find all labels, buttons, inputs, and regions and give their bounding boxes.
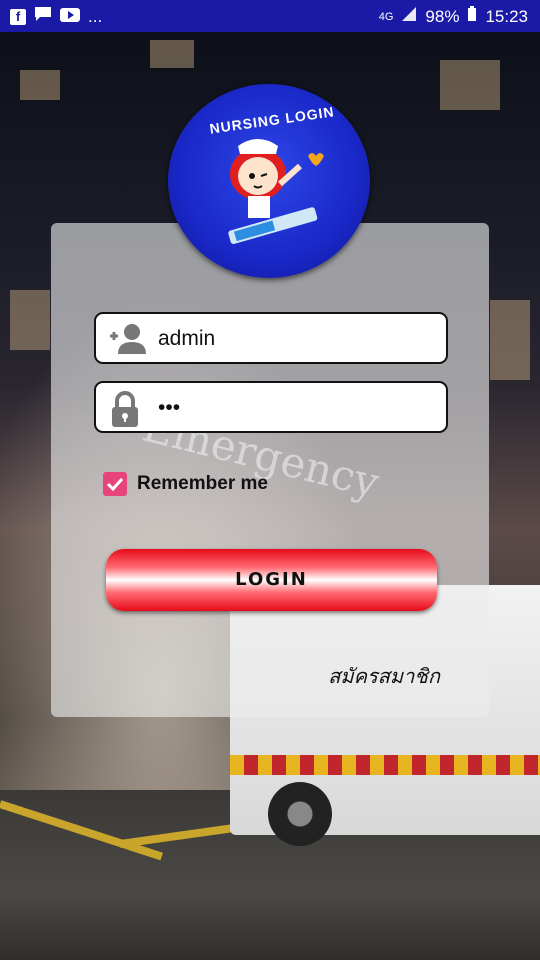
register-link[interactable]: สมัครสมาชิก: [328, 660, 440, 692]
checkmark-icon: [106, 477, 124, 492]
signal-icon: [401, 6, 417, 27]
facebook-icon: f: [10, 8, 26, 25]
app-logo: NURSING LOGIN: [168, 84, 370, 278]
message-icon: [34, 6, 52, 27]
password-value: •••: [158, 396, 181, 419]
login-button[interactable]: LOGIN: [106, 549, 437, 611]
status-bar: f ... 4G 98% 15:23: [0, 0, 540, 32]
remember-checkbox[interactable]: [103, 472, 127, 496]
remember-me[interactable]: Remember me: [103, 472, 268, 496]
battery-percent: 98%: [425, 6, 460, 26]
remember-label: Remember me: [137, 473, 268, 494]
add-person-icon: [108, 322, 146, 356]
youtube-icon: [60, 7, 80, 27]
username-value: admin: [158, 327, 216, 350]
network-type: 4G: [378, 10, 394, 23]
more-notifications: ...: [88, 6, 103, 26]
clock: 15:23: [485, 6, 528, 26]
nurse-illustration: [228, 139, 324, 245]
username-field[interactable]: admin: [94, 312, 448, 364]
login-card: [51, 223, 489, 717]
battery-icon: [467, 6, 477, 27]
lock-icon: [108, 391, 144, 427]
password-field[interactable]: •••: [94, 381, 448, 433]
